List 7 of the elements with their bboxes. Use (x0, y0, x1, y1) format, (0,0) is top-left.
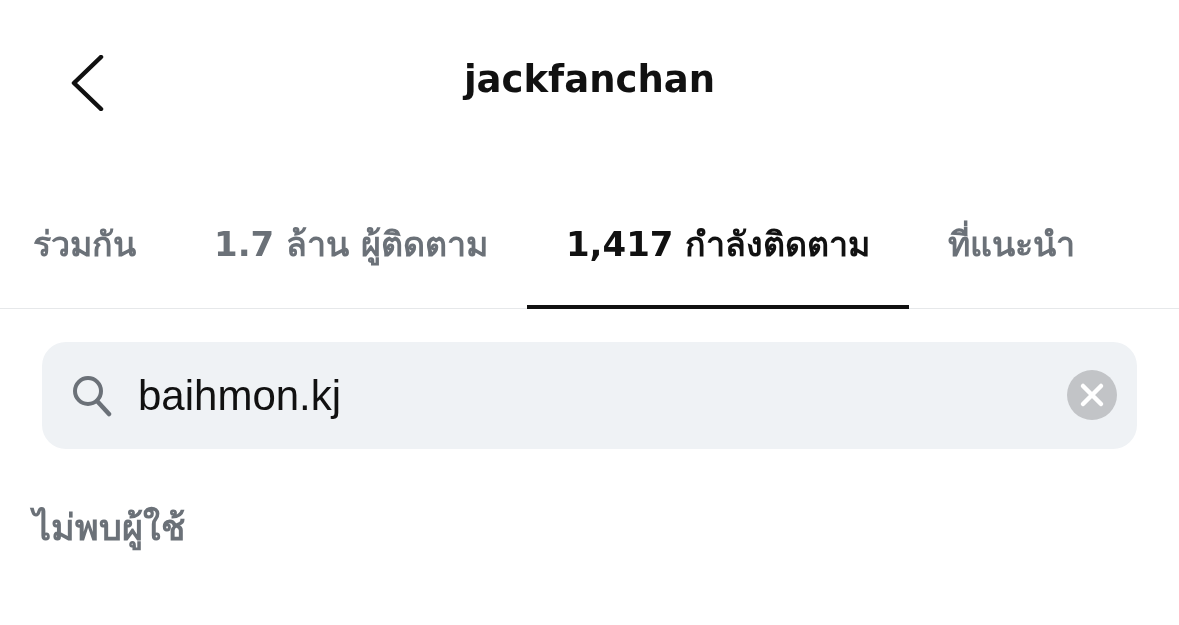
tab[interactable]: ที่แนะนำ (909, 160, 1115, 309)
profile-username: jackfanchan (463, 57, 716, 101)
tab[interactable]: 1.7 ล้าน ผู้ติดตาม (175, 160, 527, 309)
tab[interactable]: 1,417 กำลังติดตาม (526, 160, 910, 309)
search-field[interactable]: baihmon.kj (42, 342, 1137, 449)
back-icon[interactable] (70, 55, 104, 111)
tab[interactable]: ร่วมกัน (0, 160, 175, 309)
